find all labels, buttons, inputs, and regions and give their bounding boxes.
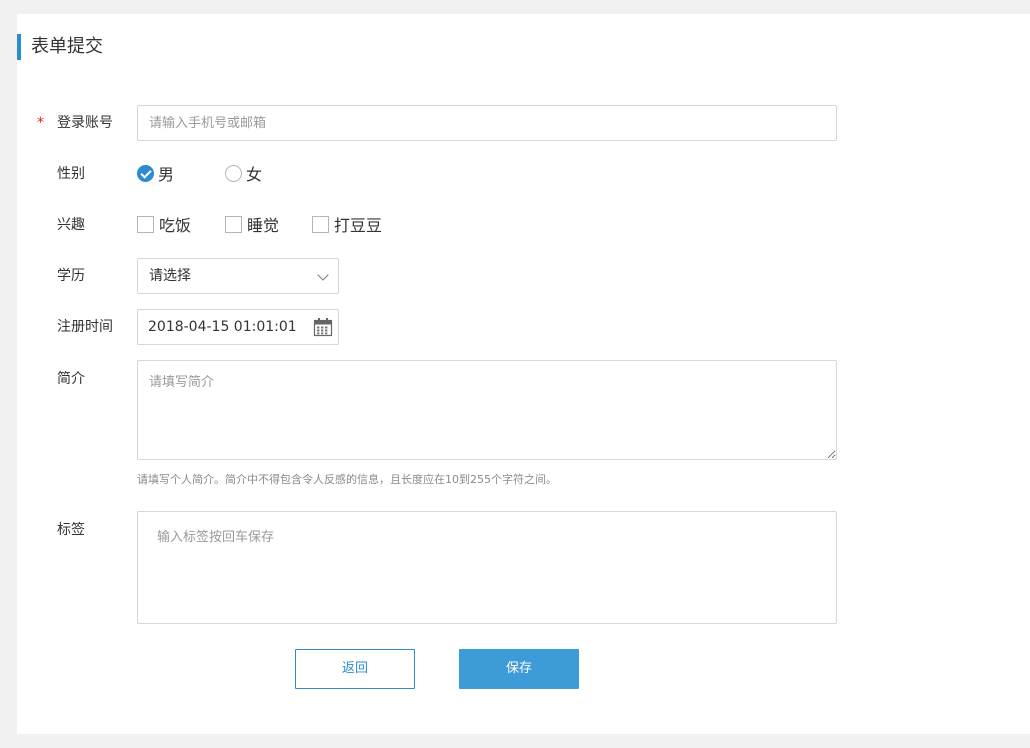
- tags-label: 标签: [57, 522, 85, 538]
- radio-checked-icon[interactable]: [137, 164, 154, 182]
- gender-label: 性别: [57, 166, 85, 182]
- education-label: 学历: [57, 268, 85, 284]
- intro-textarea[interactable]: [137, 360, 837, 460]
- radio-unchecked-icon[interactable]: [225, 164, 242, 182]
- register-time-value: 2018-04-15 01:01:01: [148, 319, 297, 335]
- checkbox-icon[interactable]: [137, 215, 154, 233]
- account-input[interactable]: [137, 105, 837, 141]
- gender-option-label: 女: [246, 165, 263, 184]
- gender-radio-group: 男 女: [137, 162, 337, 184]
- interest-option-eat[interactable]: 吃饭: [137, 213, 191, 235]
- register-time-label: 注册时间: [57, 319, 113, 335]
- back-button[interactable]: 返回: [295, 649, 415, 689]
- interest-option-label: 打豆豆: [334, 216, 383, 235]
- form-card: 表单提交 * 登录账号 性别 男 女 兴趣 吃饭 睡觉 打豆豆 学历 请选: [17, 14, 1030, 734]
- interests-label: 兴趣: [57, 217, 85, 233]
- interest-option-sleep[interactable]: 睡觉: [225, 213, 279, 235]
- gender-option-female[interactable]: 女: [225, 162, 262, 184]
- register-time-picker[interactable]: 2018-04-15 01:01:01: [137, 309, 339, 345]
- save-button[interactable]: 保存: [459, 649, 579, 689]
- intro-label: 简介: [57, 371, 85, 387]
- account-label: 登录账号: [57, 115, 113, 131]
- required-mark: *: [37, 115, 44, 131]
- gender-option-male[interactable]: 男: [137, 162, 174, 184]
- tags-input[interactable]: [157, 526, 557, 548]
- interest-option-label: 吃饭: [159, 216, 192, 235]
- checkbox-icon[interactable]: [225, 215, 242, 233]
- calendar-icon[interactable]: [313, 317, 333, 337]
- gender-option-label: 男: [158, 165, 175, 184]
- education-select-value: 请选择: [149, 268, 191, 284]
- interests-checkbox-group: 吃饭 睡觉 打豆豆: [137, 213, 437, 235]
- intro-hint: 请填写个人简介。简介中不得包含令人反感的信息，且长度应在10到255个字符之间。: [137, 473, 557, 486]
- checkbox-icon[interactable]: [312, 215, 329, 233]
- chevron-down-icon: [317, 269, 329, 281]
- tags-box[interactable]: [137, 511, 837, 624]
- page-title: 表单提交: [17, 34, 103, 60]
- interest-option-beat[interactable]: 打豆豆: [312, 213, 382, 235]
- education-select[interactable]: 请选择: [137, 258, 339, 294]
- interest-option-label: 睡觉: [247, 216, 280, 235]
